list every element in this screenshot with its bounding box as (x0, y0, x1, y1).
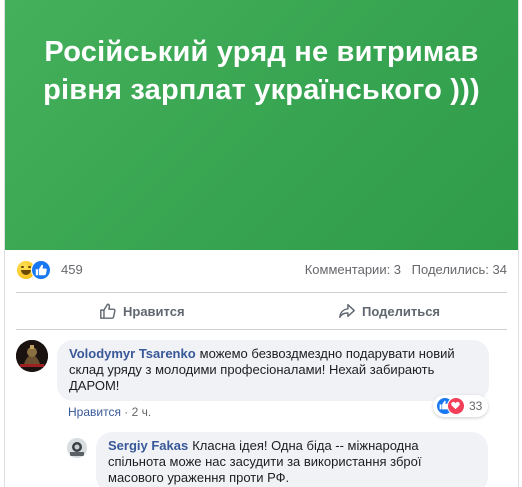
share-button-label: Поделиться (362, 303, 441, 319)
comment-reaction-count: 33 (469, 399, 483, 413)
post-banner: Російський уряд не витримав рівня зарпла… (5, 0, 518, 250)
comment-bubble: Sergiy Fakas Класна ідея! Одна біда -- мі… (96, 432, 488, 487)
post-card: Російський уряд не витримав рівня зарпла… (4, 0, 519, 487)
like-button[interactable]: Нравится (99, 293, 185, 329)
reaction-count: 459 (61, 262, 83, 277)
comment-author[interactable]: Volodymyr Tsarenko (69, 346, 196, 361)
comment-author[interactable]: Sergiy Fakas (108, 438, 188, 453)
like-button-label: Нравится (123, 303, 185, 319)
like-icon (31, 260, 51, 280)
avatar[interactable] (16, 340, 48, 372)
share-button[interactable]: Поделиться (338, 293, 440, 329)
comment-meta: Нравится · 2 ч. (68, 405, 151, 419)
comment: Volodymyr Tsarenko можемо безвоздмездно п… (5, 336, 518, 420)
thumbs-up-icon (100, 303, 116, 319)
love-icon (447, 397, 465, 415)
meta-separator: · (124, 405, 129, 419)
post-action-bar: Нравится Поделиться (16, 292, 507, 330)
comment-bubble: Volodymyr Tsarenko можемо безвоздмездно п… (57, 340, 489, 401)
share-arrow-icon (339, 303, 355, 319)
comment-time[interactable]: 2 ч. (132, 405, 152, 419)
comment-like-link[interactable]: Нравится (68, 405, 121, 419)
post-stats-row: 459 Комментарии: 3 Поделились: 34 (5, 250, 518, 288)
comments-count-link[interactable]: Комментарии: 3 (305, 262, 401, 277)
avatar[interactable] (67, 438, 87, 458)
banner-text: Російський уряд не витримав рівня зарпла… (43, 36, 480, 106)
shares-count-link[interactable]: Поделились: 34 (412, 262, 507, 277)
comment-reactions-badge[interactable]: 33 (433, 395, 488, 417)
stats-links: Комментарии: 3 Поделились: 34 (305, 262, 507, 277)
reply: Sergiy Fakas Класна ідея! Одна біда -- мі… (5, 428, 518, 487)
